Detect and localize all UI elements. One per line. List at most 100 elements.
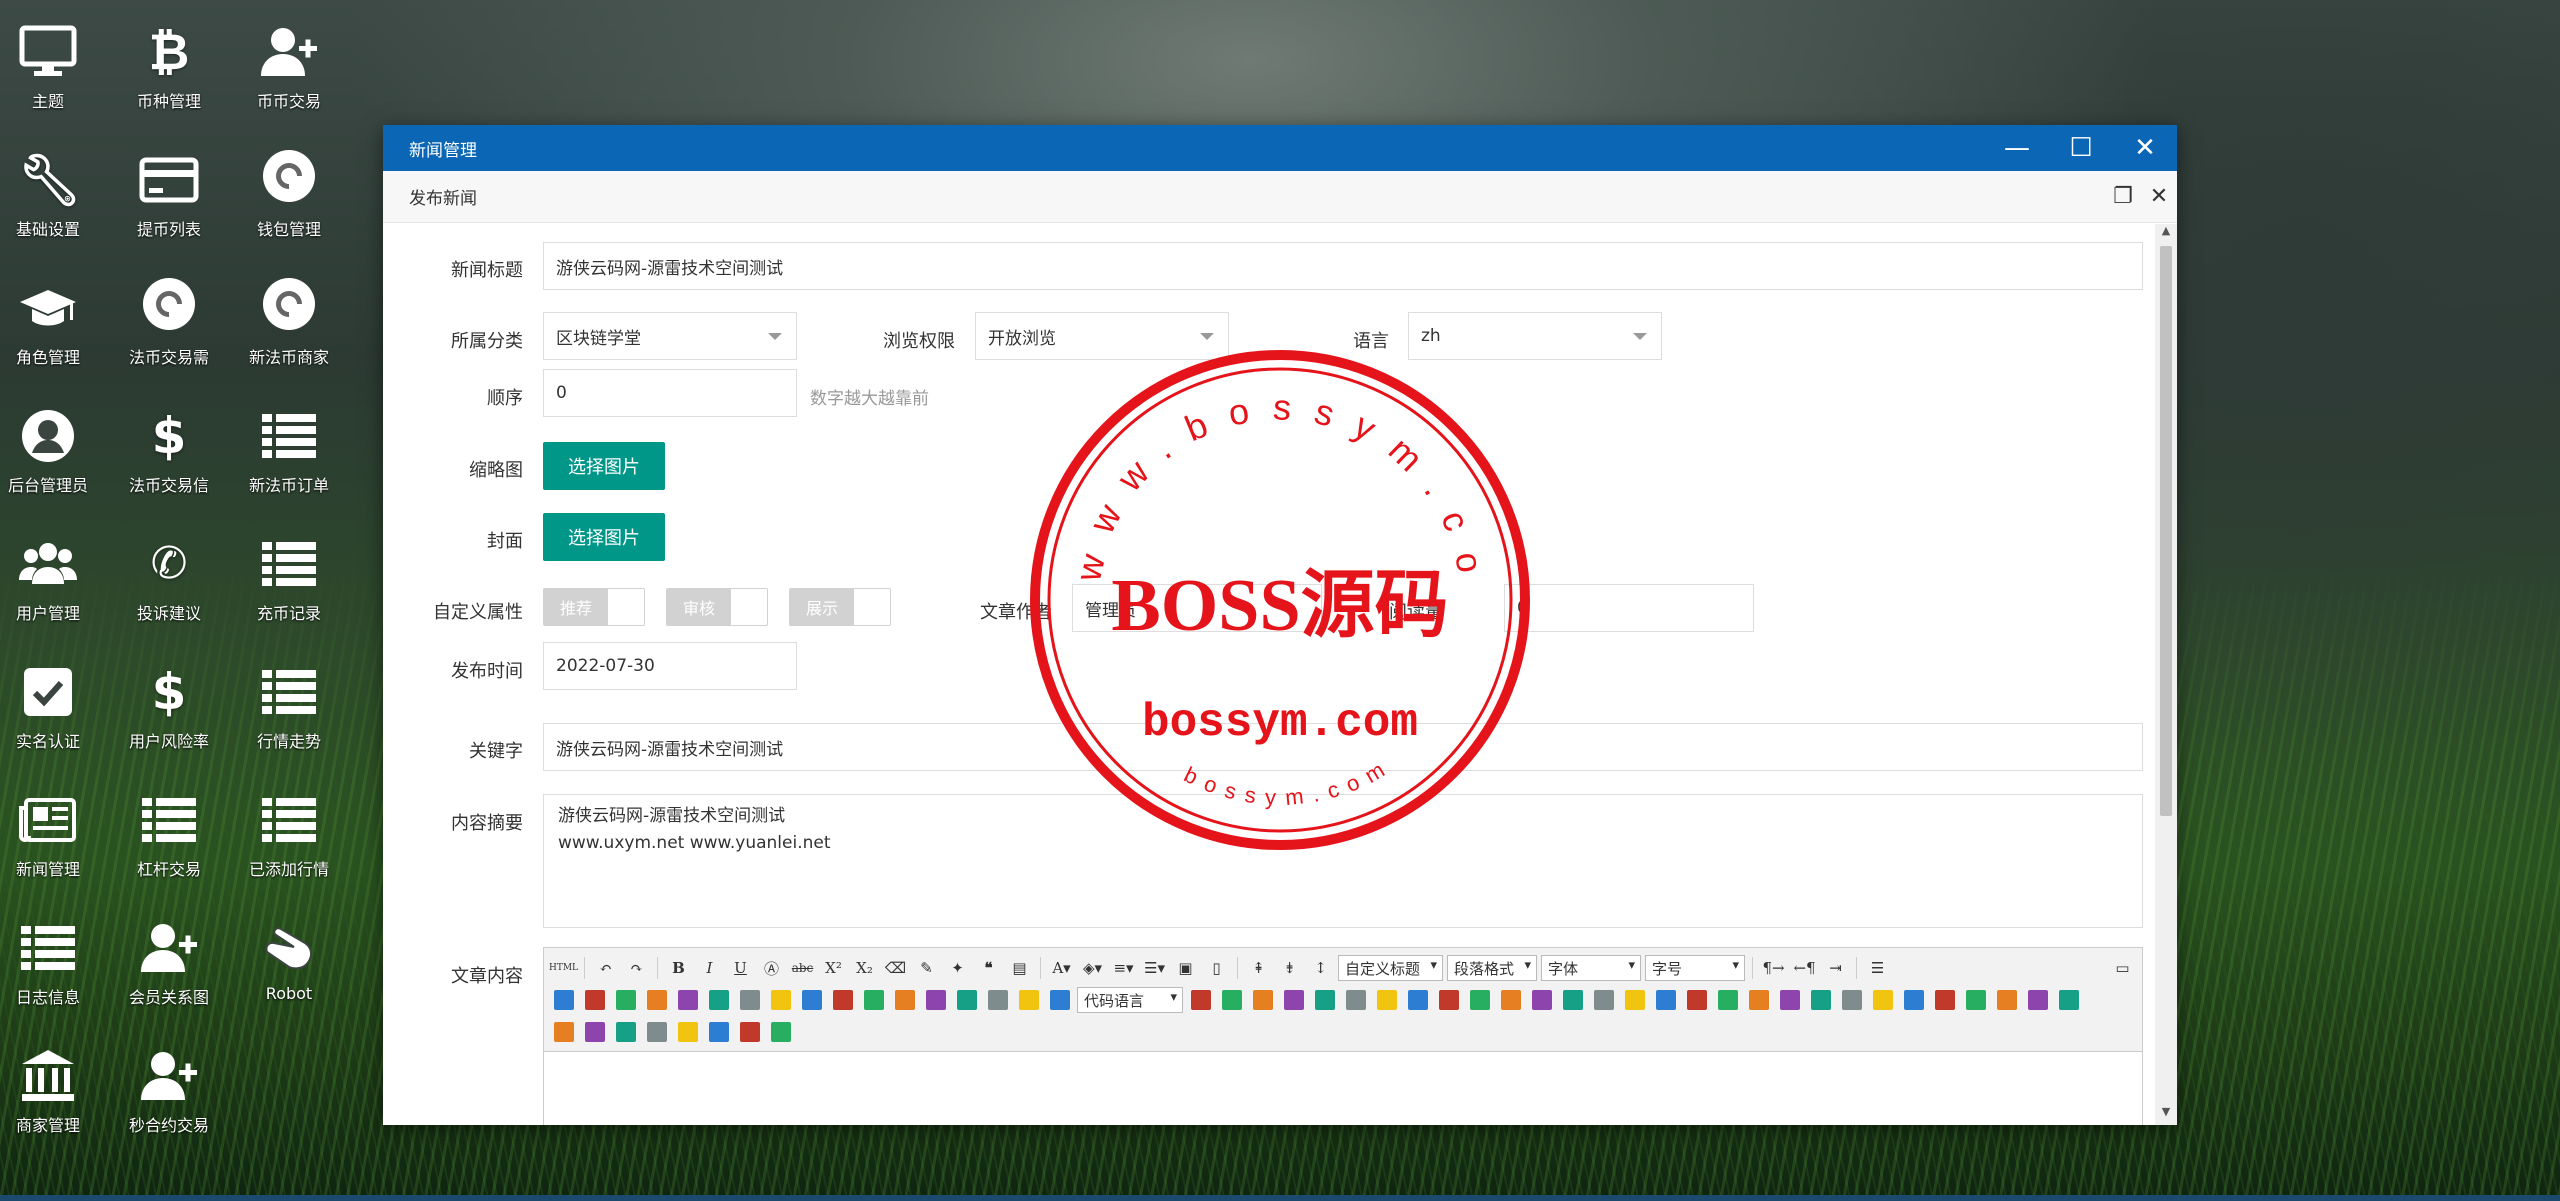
font-border-icon[interactable]: Ⓐ	[758, 955, 785, 981]
desktop-icon-20[interactable]: 已添加行情	[229, 768, 349, 886]
desktop-icon-13[interactable]: ✆ 投诉建议	[109, 512, 229, 630]
emoticon-icon[interactable]	[1187, 987, 1214, 1013]
desktop-icon-6[interactable]: 角色管理	[0, 256, 108, 374]
cover-select-button[interactable]: 选择图片	[543, 513, 665, 561]
insert-video-icon[interactable]	[2024, 987, 2051, 1013]
font-size-select[interactable]: 字号	[1645, 955, 1746, 981]
category-select[interactable]: 区块链学堂	[543, 312, 797, 360]
split-cells-icon[interactable]	[767, 1019, 794, 1045]
scrollbar-thumb[interactable]	[2160, 246, 2172, 816]
anchor-icon[interactable]	[736, 987, 763, 1013]
merge-cells-icon[interactable]	[550, 1019, 577, 1045]
maximize-icon[interactable]: ☐	[2049, 125, 2113, 171]
date-icon[interactable]	[860, 987, 887, 1013]
insert-image-icon[interactable]	[581, 987, 608, 1013]
font-select[interactable]: 字体	[1541, 955, 1642, 981]
insert-image-icon[interactable]	[1993, 987, 2020, 1013]
desktop-icon-18[interactable]: 新闻管理	[0, 768, 108, 886]
row-spacing-top-icon[interactable]: ⇞	[1245, 955, 1272, 981]
permission-select[interactable]: 开放浏览	[975, 312, 1229, 360]
time-icon[interactable]	[1869, 987, 1896, 1013]
scroll-up-icon[interactable]: ▲	[2155, 224, 2177, 244]
table-icon[interactable]	[1652, 987, 1679, 1013]
title-input[interactable]: 游侠云码网-源雷技术空间测试	[543, 242, 2143, 290]
recommend-toggle[interactable]: 推荐	[543, 588, 645, 626]
desktop-icon-15[interactable]: 实名认证	[0, 640, 108, 758]
desktop-icon-21[interactable]: 日志信息	[0, 896, 108, 1014]
split-cells-icon[interactable]	[581, 1019, 608, 1045]
anchor-icon[interactable]	[1714, 987, 1741, 1013]
table-icon[interactable]	[1218, 987, 1245, 1013]
emoticon-icon[interactable]	[2055, 987, 2082, 1013]
justify-icon[interactable]	[1962, 987, 1989, 1013]
desktop-icon-11[interactable]: 新法币订单	[229, 384, 349, 502]
scroll-down-icon[interactable]: ▼	[2155, 1105, 2177, 1125]
page-break-icon[interactable]	[1931, 987, 1958, 1013]
redo-icon[interactable]: ↷	[623, 955, 650, 981]
justify-icon[interactable]	[550, 987, 577, 1013]
map-icon[interactable]	[1745, 987, 1772, 1013]
vertical-scrollbar[interactable]: ▲ ▼	[2155, 224, 2177, 1125]
background-color-icon[interactable]: ◈▾	[1079, 955, 1106, 981]
map-icon[interactable]	[1311, 987, 1338, 1013]
underline-icon[interactable]: U	[727, 955, 754, 981]
desktop-icon-25[interactable]: 秒合约交易	[109, 1024, 229, 1142]
strikethrough-icon[interactable]: abc	[789, 955, 816, 981]
date-icon[interactable]	[1404, 987, 1431, 1013]
desktop-icon-1[interactable]: ₿ 币种管理	[109, 0, 229, 118]
chart-icon[interactable]	[1373, 987, 1400, 1013]
italic-icon[interactable]: I	[696, 955, 723, 981]
insert-video-icon[interactable]	[1046, 987, 1073, 1013]
time-icon[interactable]	[891, 987, 918, 1013]
editor-content-area[interactable]	[544, 1052, 2142, 1125]
preview-icon[interactable]	[643, 1019, 670, 1045]
superscript-icon[interactable]: X²	[820, 955, 847, 981]
desktop-icon-10[interactable]: $ 法币交易信	[109, 384, 229, 502]
subscript-icon[interactable]: X₂	[851, 955, 878, 981]
desktop-icon-24[interactable]: 商家管理	[0, 1024, 108, 1142]
desktop-icon-5[interactable]: 钱包管理	[229, 128, 349, 246]
time-icon[interactable]	[1435, 987, 1462, 1013]
keywords-input[interactable]: 游侠云码网-源雷技术空间测试	[543, 723, 2143, 771]
indent-icon[interactable]: ⇥	[1822, 955, 1849, 981]
desktop-icon-16[interactable]: $ 用户风险率	[109, 640, 229, 758]
desktop-icon-3[interactable]: 🔧︎ 基础设置	[0, 128, 108, 246]
special-char-icon[interactable]	[1466, 987, 1493, 1013]
bold-icon[interactable]: B	[665, 955, 692, 981]
special-char-icon[interactable]	[1900, 987, 1927, 1013]
desktop-icon-9[interactable]: 后台管理员	[0, 384, 108, 502]
row-spacing-bottom-icon[interactable]: ⇟	[1276, 955, 1303, 981]
special-char-icon[interactable]	[922, 987, 949, 1013]
map-icon[interactable]	[767, 987, 794, 1013]
select-all-icon[interactable]: ▣	[1172, 955, 1199, 981]
insert-video-icon[interactable]	[1590, 987, 1617, 1013]
desktop-icon-23[interactable]: Robot	[229, 896, 349, 1014]
desktop-icon-2[interactable]: 币币交易	[229, 0, 349, 118]
ordered-list-icon[interactable]: ≡▾	[1110, 955, 1137, 981]
insert-video-icon[interactable]	[612, 987, 639, 1013]
paragraph-select[interactable]: 段落格式	[1447, 955, 1538, 981]
insert-image-icon[interactable]	[1015, 987, 1042, 1013]
emoticon-icon[interactable]	[643, 987, 670, 1013]
help-icon[interactable]	[705, 1019, 732, 1045]
justify-icon[interactable]	[1528, 987, 1555, 1013]
attachment-icon[interactable]	[1776, 987, 1803, 1013]
show-toggle[interactable]: 展示	[789, 588, 891, 626]
rtl-icon[interactable]: ←¶	[1791, 955, 1818, 981]
language-select[interactable]: zh	[1408, 312, 1662, 360]
author-input[interactable]: 管理员	[1072, 584, 1322, 632]
window-titlebar[interactable]: 新闻管理 — ☐ ✕	[383, 125, 2177, 171]
chart-icon[interactable]	[829, 987, 856, 1013]
ltr-icon[interactable]: ¶→	[1760, 955, 1787, 981]
link-icon[interactable]	[1249, 987, 1276, 1013]
unordered-list-icon[interactable]: ☰▾	[1141, 955, 1168, 981]
rich-text-editor[interactable]: HTML ↶ ↷ B I U Ⓐabc X² X₂ ⌫ ✎ ✦ ❝ ▤ A▾ ◈▾ ≡▾ ☰▾ ▣ ▯ ⇞ ⇟ ↕ …	[543, 947, 2143, 1125]
link-icon[interactable]	[1683, 987, 1710, 1013]
views-input[interactable]: 0	[1504, 584, 1754, 632]
format-painter-icon[interactable]: ✎	[913, 955, 940, 981]
date-input[interactable]: 2022-07-30	[543, 642, 797, 690]
justify-icon[interactable]	[984, 987, 1011, 1013]
link-icon[interactable]	[705, 987, 732, 1013]
desktop-icon-22[interactable]: 会员关系图	[109, 896, 229, 1014]
custom-title-select[interactable]: 自定义标题	[1338, 955, 1444, 981]
